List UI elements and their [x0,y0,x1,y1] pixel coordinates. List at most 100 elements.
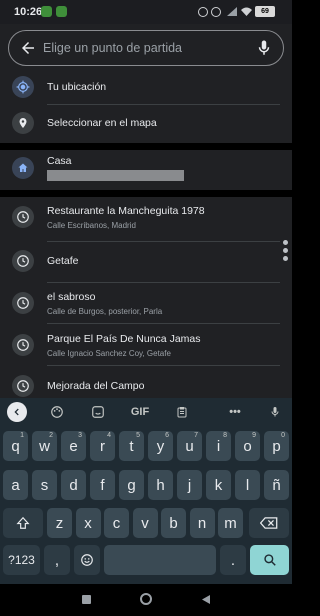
key-o[interactable]: o9 [235,431,260,461]
microphone-icon[interactable] [255,39,273,57]
key-l[interactable]: l [235,470,260,500]
key-hint: 5 [136,432,140,439]
key-hint: 8 [223,432,227,439]
map-pin-icon [12,112,34,134]
search-key[interactable] [250,545,289,575]
history-title: Restaurante la Mancheguita 1978 [47,205,205,217]
clock-icon [12,334,34,356]
key-hint: 6 [165,432,169,439]
recents-button[interactable] [82,595,91,604]
history-subtitle: Calle de Burgos, posterior, Parla [47,307,163,316]
history-item[interactable]: Restaurante la Mancheguita 1978 Calle Es… [0,200,292,236]
history-item[interactable]: Getafe [0,246,292,276]
key-c[interactable]: c [104,508,129,538]
key-a[interactable]: a [3,470,28,500]
period-key[interactable]: . [220,545,246,575]
history-title: Mejorada del Campo [47,380,145,392]
key-z[interactable]: z [47,508,72,538]
key-k[interactable]: k [206,470,231,500]
clock-icon [12,250,34,272]
keyboard: GIF ••• q1w2e3r4t5y6u7i8o9p0 asdfghjklñ … [0,398,292,584]
key-u[interactable]: u7 [177,431,202,461]
key-n[interactable]: n [189,508,215,538]
comma-key[interactable]: , [44,545,70,575]
key-f[interactable]: f [90,470,115,500]
divider [47,104,280,105]
option-label: Seleccionar en el mapa [47,117,157,129]
mute-icon [198,7,208,17]
key-ñ[interactable]: ñ [264,470,289,500]
select-on-map-option[interactable]: Seleccionar en el mapa [0,110,292,136]
saved-place-label: Casa [47,155,72,167]
clock-icon [12,375,34,397]
history-item[interactable]: el sabroso Calle de Burgos, posterior, P… [0,286,292,322]
key-hint: 3 [78,432,82,439]
sticker-icon[interactable] [88,402,108,422]
search-bar[interactable] [8,30,284,66]
home-button[interactable] [140,593,152,605]
divider [47,282,280,283]
redacted-address [47,170,184,181]
history-item[interactable]: Mejorada del Campo [0,372,292,398]
key-hint: 4 [107,432,111,439]
directions-start-panel: Tu ubicación Seleccionar en el mapa Casa… [0,24,292,398]
key-q[interactable]: q1 [3,431,28,461]
section-divider [0,190,292,197]
saved-place-home[interactable]: Casa [0,152,292,186]
symbols-key[interactable]: ?123 [3,545,40,575]
history-title: el sabroso [47,291,96,303]
emoji-key[interactable] [74,545,100,575]
more-options-icon[interactable]: ••• [225,402,245,422]
key-h[interactable]: h [148,470,173,500]
key-v[interactable]: v [132,508,158,538]
battery-icon: 69 [255,6,275,17]
key-d[interactable]: d [61,470,86,500]
key-j[interactable]: j [177,470,202,500]
shift-key[interactable] [3,508,43,538]
space-key[interactable] [104,545,216,575]
divider [47,241,280,242]
keyboard-collapse-icon[interactable] [7,402,27,422]
scroll-indicator[interactable] [283,240,288,264]
key-t[interactable]: t5 [119,431,144,461]
key-hint: 7 [194,432,198,439]
wifi-icon [241,7,252,16]
key-x[interactable]: x [75,508,101,538]
key-y[interactable]: y6 [148,431,173,461]
system-navigation-bar [0,584,292,616]
history-item[interactable]: Parque El País De Nunca Jamas Calle Igna… [0,328,292,364]
clock-icon [12,292,34,314]
back-arrow-icon[interactable] [19,39,37,57]
gif-button[interactable]: GIF [129,402,151,422]
clock-icon [12,206,34,228]
key-i[interactable]: i8 [206,431,231,461]
divider [47,365,280,366]
home-icon [12,157,34,179]
back-button[interactable] [201,594,211,605]
search-input[interactable] [43,37,243,59]
history-subtitle: Calle Ignacio Sanchez Coy, Getafe [47,349,171,358]
divider [47,323,280,324]
your-location-option[interactable]: Tu ubicación [0,74,292,100]
key-r[interactable]: r4 [90,431,115,461]
key-s[interactable]: s [32,470,57,500]
key-e[interactable]: e3 [61,431,86,461]
clipboard-icon[interactable] [172,402,192,422]
section-divider [0,143,292,150]
key-hint: 1 [20,432,24,439]
status-bar: 10:26 69 [0,0,292,24]
alarm-icon [211,7,221,17]
history-title: Parque El País De Nunca Jamas [47,333,201,345]
key-hint: 2 [49,432,53,439]
key-b[interactable]: b [161,508,186,538]
key-hint: 9 [252,432,256,439]
key-m[interactable]: m [218,508,243,538]
my-location-icon [12,76,34,98]
backspace-key[interactable] [249,508,289,538]
microphone-icon[interactable] [265,402,285,422]
key-p[interactable]: p0 [264,431,289,461]
key-w[interactable]: w2 [32,431,57,461]
key-g[interactable]: g [119,470,144,500]
history-title: Getafe [47,255,79,267]
palette-icon[interactable] [47,402,67,422]
